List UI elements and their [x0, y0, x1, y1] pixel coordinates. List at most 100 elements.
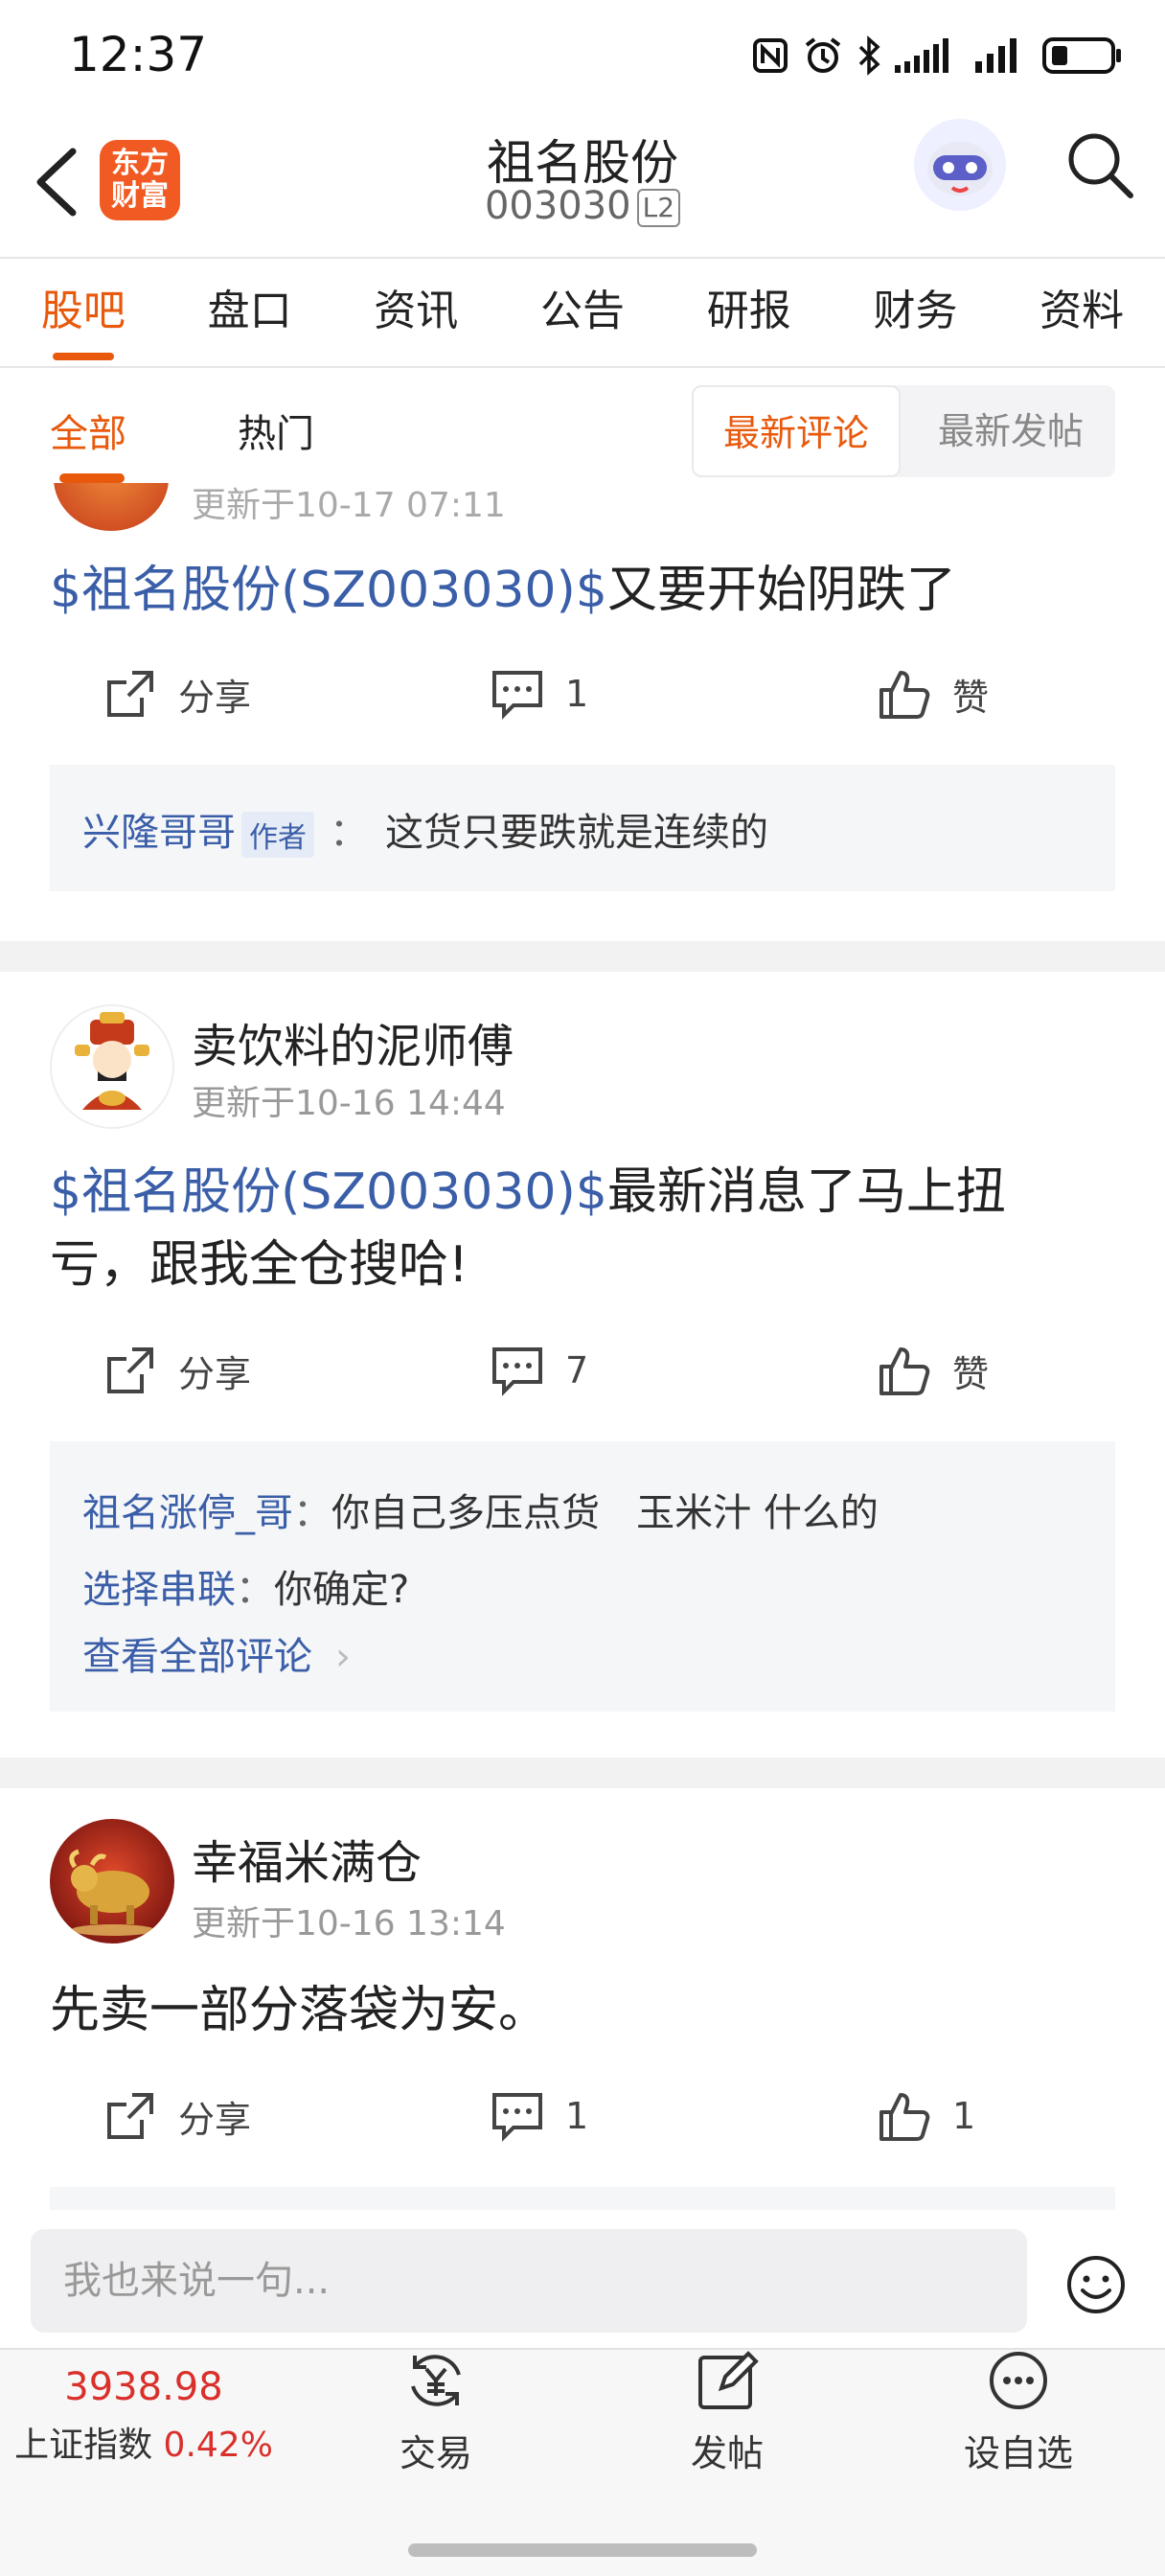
golden-bull-icon: [50, 1819, 174, 1944]
nav-watchlist-label: 设自选: [963, 2432, 1073, 2474]
index-value: 3938.98: [64, 2365, 223, 2409]
reply-sep: ：: [330, 811, 368, 855]
reply[interactable]: 祖名涨停_哥：你自己多压点货 玉米汁 什么的: [82, 1482, 879, 1537]
reply-sep: ：: [293, 1491, 331, 1535]
post-content[interactable]: $祖名股份(SZ003030)$最新消息了马上扭亏，跟我全仓搜哈!: [50, 1156, 1113, 1301]
index-change: 0.42%: [163, 2426, 273, 2465]
bluetooth-icon: [858, 35, 880, 76]
reply[interactable]: 兴隆哥哥 作者 ： 这货只要跌就是连续的: [82, 801, 768, 858]
username[interactable]: 卖饮料的泥师傅: [192, 1008, 514, 1075]
post-body-line1: 最新消息了马上扭: [606, 1163, 1006, 1221]
post-1-header-clipped: 更新于10-17 07:11: [0, 483, 1165, 540]
comment-button[interactable]: 7: [491, 1344, 588, 1397]
comment-count: 7: [565, 1349, 589, 1392]
signal-icon: [895, 38, 948, 73]
reply-box-clipped: [50, 2187, 1115, 2210]
god-of-wealth-icon: [75, 1012, 149, 1110]
post-separator: [0, 941, 1165, 972]
like-count: 1: [952, 2095, 976, 2137]
thumbs-up-icon: [879, 671, 930, 719]
share-button[interactable]: 分享: [103, 2089, 251, 2143]
reply-text: 这货只要跌就是连续的: [385, 811, 768, 855]
thumbs-up-icon: [879, 2093, 930, 2141]
index-name: 上证指数: [14, 2426, 153, 2465]
avatar[interactable]: [54, 483, 169, 531]
stock-link[interactable]: $祖名股份(SZ003030)$: [50, 1163, 607, 1221]
reply[interactable]: 选择串联：你确定?: [82, 1558, 409, 1614]
post-body-line2: 亏，跟我全仓搜哈!: [50, 1236, 468, 1294]
index-widget[interactable]: 3938.98 上证指数 0.42%: [0, 2365, 287, 2467]
like-button[interactable]: 赞: [878, 667, 989, 721]
reply-text: 你确定?: [274, 1568, 410, 1612]
assistant-avatar[interactable]: [914, 119, 1006, 211]
comment-count: 1: [565, 2095, 589, 2137]
like-label: 赞: [952, 1352, 990, 1395]
status-icons: [751, 29, 1123, 82]
author-badge: 作者: [241, 812, 314, 858]
view-all-label: 查看全部评论: [82, 1635, 312, 1679]
sort-latest-comment[interactable]: 最新评论: [692, 385, 901, 477]
nav-trade-label: 交易: [399, 2432, 472, 2474]
post-time: 更新于10-16 13:14: [192, 1904, 506, 1944]
share-icon: [107, 2093, 153, 2139]
nav-trade[interactable]: 交易: [354, 2346, 517, 2476]
like-button[interactable]: 赞: [878, 1344, 989, 1397]
post-content[interactable]: 先卖一部分落袋为安。: [50, 1974, 1113, 2047]
reply-sep: ：: [236, 1568, 274, 1612]
view-all-comments-link[interactable]: 查看全部评论 ›: [82, 1625, 351, 1681]
edit-icon: [698, 2351, 759, 2409]
main-tabs: 股吧 盘口 资讯 公告 研报 财务 资料: [0, 259, 1165, 364]
tab-news[interactable]: 资讯: [332, 259, 499, 364]
tab-announcement[interactable]: 公告: [499, 259, 666, 364]
sort-latest-post[interactable]: 最新发帖: [910, 385, 1111, 477]
nfc-icon: [753, 38, 788, 73]
index-line: 上证指数 0.42%: [0, 2417, 287, 2467]
share-icon: [107, 671, 153, 717]
like-button[interactable]: 1: [878, 2089, 975, 2143]
tab-guba[interactable]: 股吧: [0, 259, 167, 364]
share-button[interactable]: 分享: [103, 1344, 251, 1397]
comment-icon: [492, 671, 542, 720]
home-indicator[interactable]: [408, 2543, 757, 2557]
emoji-icon[interactable]: [1065, 2254, 1127, 2315]
username[interactable]: 幸福米满仓: [192, 1825, 422, 1892]
share-button[interactable]: 分享: [103, 667, 251, 721]
post-time: 更新于10-17 07:11: [192, 486, 506, 525]
yuan-cycle-icon: [411, 2355, 461, 2406]
chevron-right-icon: ›: [335, 1635, 351, 1679]
avatar[interactable]: [50, 1004, 174, 1129]
reply-user[interactable]: 兴隆哥哥: [82, 811, 236, 855]
comment-icon: [492, 1347, 542, 1396]
status-time: 12:37: [69, 27, 208, 82]
share-label: 分享: [178, 676, 252, 719]
thumbs-up-icon: [879, 1347, 930, 1395]
more-circle-icon: [990, 2352, 1047, 2409]
stock-link[interactable]: $祖名股份(SZ003030)$: [50, 562, 607, 619]
tab-finance[interactable]: 财务: [833, 259, 999, 364]
tab-profile[interactable]: 资料: [998, 259, 1165, 364]
alarm-icon: [805, 37, 841, 73]
comment-input[interactable]: 我也来说一句...: [31, 2229, 1027, 2333]
tab-research[interactable]: 研报: [666, 259, 833, 364]
comment-button[interactable]: 1: [491, 667, 588, 721]
battery-icon: [1042, 37, 1121, 74]
subtab-hot[interactable]: 热门: [238, 402, 314, 458]
signal-2-icon: [975, 38, 1017, 73]
reply-user[interactable]: 选择串联: [82, 1568, 236, 1612]
post-time: 更新于10-16 14:44: [192, 1084, 506, 1123]
subtab-all[interactable]: 全部: [50, 402, 126, 458]
share-label: 分享: [178, 2098, 252, 2141]
comment-icon: [492, 2093, 542, 2142]
comment-count: 1: [565, 673, 589, 715]
post-content[interactable]: $祖名股份(SZ003030)$又要开始阴跌了: [50, 554, 1113, 627]
nav-watchlist[interactable]: 设自选: [937, 2346, 1100, 2476]
share-icon: [107, 1347, 153, 1393]
nav-post[interactable]: 发帖: [646, 2346, 809, 2476]
avatar[interactable]: [50, 1819, 174, 1944]
post-body: 又要开始阴跌了: [606, 562, 956, 619]
reply-user[interactable]: 祖名涨停_哥: [82, 1491, 293, 1535]
tab-pankou[interactable]: 盘口: [167, 259, 333, 364]
tabs-divider: [0, 366, 1165, 368]
comment-button[interactable]: 1: [491, 2089, 588, 2143]
search-icon[interactable]: [1063, 128, 1136, 201]
